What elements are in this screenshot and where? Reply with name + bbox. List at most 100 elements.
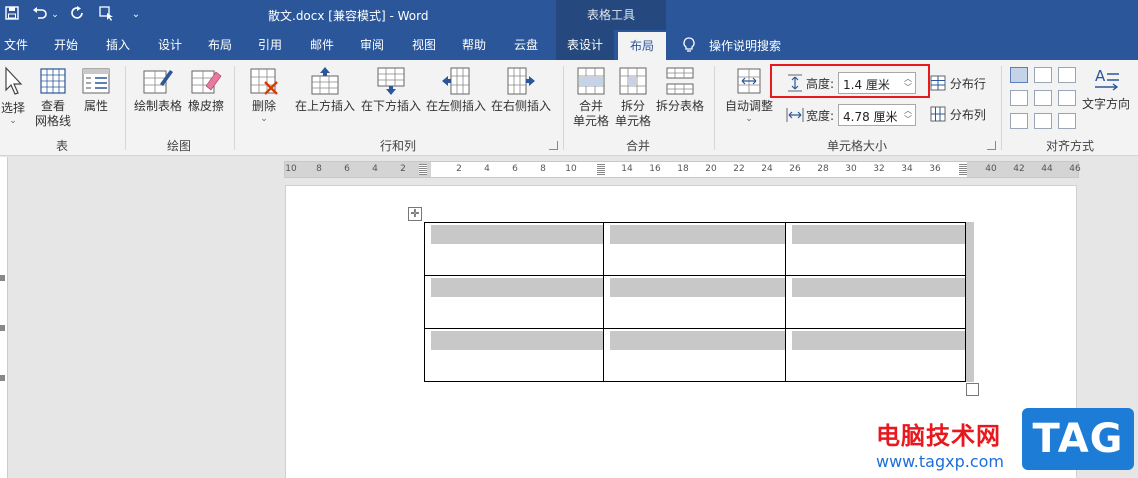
ruler-number: 18 (677, 164, 689, 174)
table-row (424, 275, 966, 329)
insert-left-button[interactable]: 在左侧插入 (425, 66, 487, 114)
insert-right-button[interactable]: 在右侧插入 (490, 66, 552, 114)
save-icon[interactable] (4, 6, 20, 24)
align-top-right-button[interactable] (1058, 67, 1076, 83)
watermark-logo: TAG (1022, 408, 1134, 470)
tab-layout[interactable]: 布局 (198, 30, 242, 60)
ruler-number: 8 (540, 164, 546, 174)
vertical-ruler (0, 157, 8, 478)
cell-shading (610, 331, 785, 350)
properties-icon (82, 68, 110, 94)
ribbon-tab-bar: 文件 开始 插入 设计 布局 引用 邮件 审阅 视图 帮助 云盘 表设计 布局 (0, 30, 1138, 60)
distribute-rows-button[interactable]: 分布行 (930, 75, 986, 92)
chevron-down-icon: ⌄ (745, 114, 753, 124)
cell-shading (431, 331, 603, 350)
draw-table-button[interactable]: 绘制表格 (133, 66, 183, 114)
ruler-column-marker[interactable] (597, 164, 605, 175)
tab-file[interactable]: 文件 (0, 30, 32, 60)
pencil-table-icon (143, 70, 173, 94)
tab-insert[interactable]: 插入 (96, 30, 140, 60)
table-move-handle-icon[interactable]: ✛ (408, 207, 422, 221)
tab-mailings[interactable]: 邮件 (300, 30, 344, 60)
row-end-marker (966, 222, 974, 276)
undo-icon[interactable] (32, 6, 48, 24)
tab-view[interactable]: 视图 (402, 30, 446, 60)
align-middle-right-button[interactable] (1058, 90, 1076, 106)
tab-table-layout[interactable]: 布局 (618, 32, 666, 60)
table-row (424, 328, 966, 382)
ruler-number: 36 (929, 164, 941, 174)
vertical-ruler-mark (0, 375, 5, 381)
ruler-column-marker[interactable] (959, 164, 967, 175)
ruler-column-marker[interactable] (419, 164, 427, 175)
insert-column-left-icon (442, 67, 470, 95)
tab-references[interactable]: 引用 (248, 30, 292, 60)
table-cell[interactable] (785, 222, 966, 276)
tab-help[interactable]: 帮助 (452, 30, 496, 60)
title-bar: ⌄ ⌄ 散文.docx [兼容模式] - Word 表格工具 (0, 0, 1138, 30)
merge-cells-icon (577, 67, 605, 95)
align-top-left-button[interactable] (1010, 67, 1028, 83)
group-label-rows-columns: 行和列 (379, 139, 416, 153)
align-bottom-right-button[interactable] (1058, 113, 1076, 129)
horizontal-ruler[interactable]: 10 8 6 4 2 2 4 6 8 10 14 16 18 20 22 24 26 28 30 32 34 36 40 42… (284, 161, 1081, 178)
customize-qat-icon[interactable]: ⌄ (130, 6, 142, 24)
table-properties-button[interactable]: 属性 (79, 66, 113, 114)
rows-columns-dialog-launcher-icon[interactable] (549, 141, 558, 150)
table-cell[interactable] (603, 328, 786, 382)
ruler-number: 40 (985, 164, 997, 174)
table-cell[interactable] (785, 328, 966, 382)
insert-above-button[interactable]: 在上方插入 (294, 66, 356, 114)
cell-shading (792, 225, 965, 244)
tab-table-design[interactable]: 表设计 (556, 30, 614, 60)
autofit-button[interactable]: 自动调整 ⌄ (722, 66, 776, 124)
cursor-arrow-icon (5, 66, 23, 95)
align-middle-center-button[interactable] (1034, 90, 1052, 106)
tab-design[interactable]: 设计 (148, 30, 192, 60)
width-spinner[interactable]: 4.78 厘米 ︿ ﹀ (838, 104, 916, 126)
document-table[interactable] (424, 222, 966, 382)
ruler-number: 20 (705, 164, 717, 174)
table-cell[interactable] (603, 275, 786, 329)
autofit-icon (737, 68, 761, 94)
align-bottom-left-button[interactable] (1010, 113, 1028, 129)
cell-size-dialog-launcher-icon[interactable] (987, 141, 996, 150)
lightbulb-icon (683, 37, 695, 52)
table-cell[interactable] (603, 222, 786, 276)
tab-cloud[interactable]: 云盘 (504, 30, 548, 60)
spin-down-icon[interactable]: ﹀ (904, 116, 912, 124)
align-top-center-button[interactable] (1034, 67, 1052, 83)
align-bottom-center-button[interactable] (1034, 113, 1052, 129)
merge-cells-button[interactable]: 合并 单元格 (570, 66, 612, 129)
tell-me-search[interactable]: 操作说明搜索 (709, 37, 781, 54)
split-table-button[interactable]: 拆分表格 (655, 66, 705, 114)
split-cells-button[interactable]: 拆分 单元格 (612, 66, 654, 129)
text-direction-button[interactable]: A 文字方向 (1080, 64, 1132, 112)
align-middle-left-button[interactable] (1010, 90, 1028, 106)
ruler-number: 22 (733, 164, 745, 174)
touch-mode-icon[interactable] (98, 6, 116, 24)
eraser-button[interactable]: 橡皮擦 (187, 66, 225, 114)
group-label-cell-size: 单元格大小 (826, 139, 887, 153)
distribute-columns-button[interactable]: 分布列 (930, 106, 986, 123)
view-gridlines-button[interactable]: 查看 网格线 (33, 66, 73, 129)
redo-icon[interactable] (70, 6, 86, 24)
tab-home[interactable]: 开始 (44, 30, 88, 60)
spin-up-icon[interactable]: ︿ (904, 107, 912, 115)
row-end-marker (966, 275, 974, 329)
ribbon: 选择 ⌄ 查看 网格线 属性 表 绘制表格 橡皮擦 绘图 删除 ⌄ 在上方插入 … (0, 60, 1138, 156)
ruler-number: 4 (484, 164, 490, 174)
table-cell[interactable] (424, 222, 604, 276)
insert-below-button[interactable]: 在下方插入 (360, 66, 422, 114)
ruler-number: 24 (761, 164, 773, 174)
tab-review[interactable]: 审阅 (350, 30, 394, 60)
table-cell[interactable] (424, 328, 604, 382)
select-button[interactable]: 选择 ⌄ (0, 66, 26, 126)
delete-button[interactable]: 删除 ⌄ (246, 66, 282, 124)
table-cell[interactable] (785, 275, 966, 329)
cell-shading (610, 278, 785, 297)
undo-dropdown-icon[interactable]: ⌄ (50, 6, 60, 24)
chevron-down-icon: ⌄ (260, 114, 268, 124)
table-resize-handle[interactable] (966, 383, 979, 396)
table-cell[interactable] (424, 275, 604, 329)
